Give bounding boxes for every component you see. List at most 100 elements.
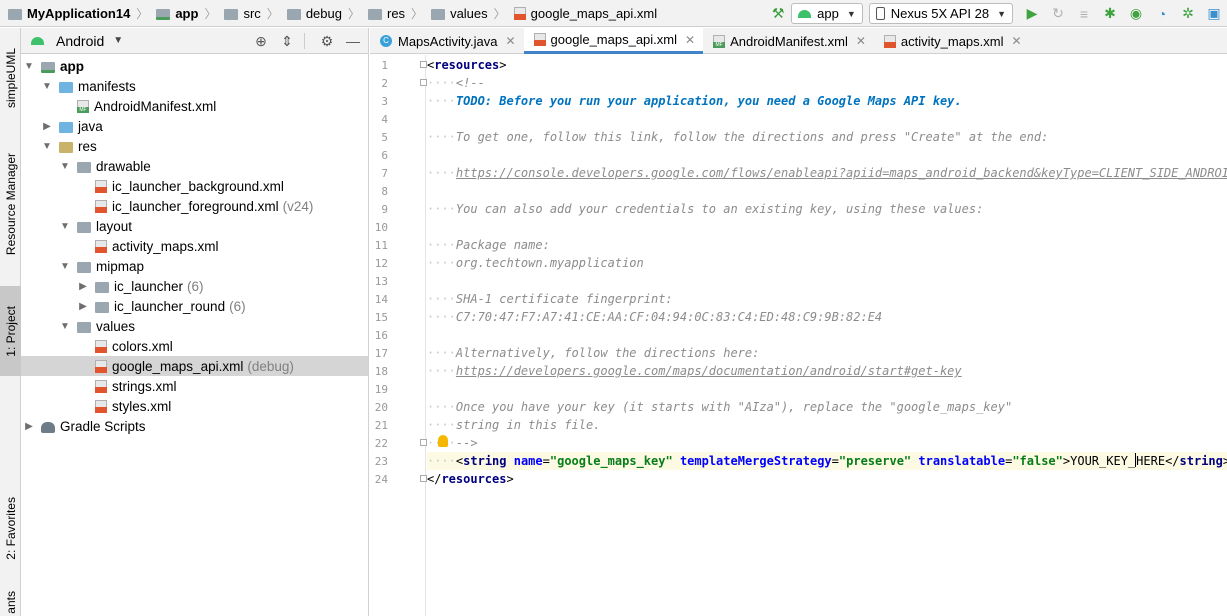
source-folder-icon	[59, 121, 73, 133]
chevron-down-icon[interactable]: ▼	[59, 161, 71, 172]
tree-item[interactable]: ▶ ic_launcher_round (6)	[21, 296, 368, 316]
tree-item-label: layout	[96, 218, 133, 234]
tab-project[interactable]: 1: Project	[0, 286, 21, 376]
locate-icon[interactable]: ⊕	[252, 33, 270, 50]
chevron-right-icon[interactable]: ▶	[23, 421, 35, 432]
breadcrumb-label: MyApplication14	[27, 5, 131, 21]
chevron-down-icon[interactable]: ▼	[59, 261, 71, 272]
xml-attribute: translatable	[918, 454, 1006, 468]
breadcrumb-label: res	[386, 5, 406, 21]
phone-icon	[875, 7, 885, 20]
folder-icon	[77, 321, 91, 333]
tree-item[interactable]: ▼ layout	[21, 216, 368, 236]
tab-favorites[interactable]: 2: Favorites	[0, 483, 21, 573]
close-icon[interactable]: ✕	[856, 34, 866, 48]
chevron-down-icon[interactable]: ▼	[113, 35, 123, 46]
tab-google-maps-api[interactable]: google_maps_api.xml ✕	[523, 28, 704, 54]
tree-item[interactable]: ▼ values	[21, 316, 368, 336]
device-select[interactable]: Nexus 5X API 28 ▼	[868, 3, 1013, 24]
code-editor[interactable]: <resources> ····<!-- ····TODO: Before yo…	[427, 55, 1227, 616]
tree-item[interactable]: ▶ ic_launcher (6)	[21, 276, 368, 296]
editor-tabs: C MapsActivity.java ✕ google_maps_api.xm…	[370, 28, 1227, 54]
tab-activity-maps[interactable]: activity_maps.xml ✕	[874, 28, 1030, 54]
profile-icon[interactable]: ◉	[1123, 0, 1149, 27]
tab-androidmanifest[interactable]: AndroidManifest.xml ✕	[703, 28, 874, 54]
apply-code-changes-icon[interactable]: ≡	[1071, 0, 1097, 27]
tree-item[interactable]: activity_maps.xml	[21, 236, 368, 256]
tree-item[interactable]: ▼ manifests	[21, 76, 368, 96]
tree-item[interactable]: ic_launcher_foreground.xml (v24)	[21, 196, 368, 216]
chevron-down-icon[interactable]: ▼	[59, 221, 71, 232]
tree-item[interactable]: styles.xml	[21, 396, 368, 416]
breadcrumb-file[interactable]: google_maps_api.xml	[510, 0, 661, 27]
code-line: ····Alternatively, follow the directions…	[427, 346, 760, 360]
lightbulb-icon[interactable]	[438, 435, 448, 447]
tree-item[interactable]: ic_launcher_background.xml	[21, 176, 368, 196]
fold-marker-icon[interactable]	[420, 475, 427, 482]
breadcrumb-app[interactable]: app 〉	[152, 0, 220, 27]
fold-marker-icon[interactable]	[420, 79, 427, 86]
chevron-right-icon[interactable]: ▶	[41, 121, 53, 132]
chevron-right-icon: 〉	[204, 6, 217, 21]
run-icon[interactable]: ▶	[1019, 0, 1045, 27]
hide-icon[interactable]: —	[344, 33, 362, 49]
chevron-down-icon[interactable]: ▼	[41, 141, 53, 152]
xml-text: HERE	[1136, 454, 1166, 468]
chevron-down-icon[interactable]: ▼	[59, 321, 71, 332]
attach-debugger-icon[interactable]: ✲	[1175, 0, 1201, 27]
close-icon[interactable]: ✕	[505, 34, 515, 48]
project-view-select[interactable]: Android	[56, 33, 104, 49]
tree-item[interactable]: ▶ Gradle Scripts	[21, 416, 368, 436]
line-number: 23	[374, 455, 388, 468]
hammer-icon[interactable]: ⚒	[765, 0, 791, 27]
tree-item[interactable]: ▼ mipmap	[21, 256, 368, 276]
comment-link[interactable]: https://console.developers.google.com/fl…	[456, 166, 1227, 180]
chevron-down-icon[interactable]: ▼	[23, 61, 35, 72]
comment-text: -->	[455, 436, 478, 450]
class-icon: C	[380, 35, 392, 47]
comment-link[interactable]: https://developers.google.com/maps/docum…	[456, 364, 962, 378]
tree-item[interactable]: strings.xml	[21, 376, 368, 396]
xml-attribute: templateMergeStrategy	[679, 454, 832, 468]
close-icon[interactable]: ✕	[685, 33, 695, 47]
debug-icon[interactable]: ✱	[1097, 0, 1123, 27]
tab-label: simpleUML	[3, 47, 18, 108]
breadcrumb-project[interactable]: MyApplication14 〉	[0, 0, 152, 27]
xml-file-icon	[95, 399, 107, 413]
breadcrumb-res[interactable]: res 〉	[364, 0, 427, 27]
tab-simpleuml[interactable]: simpleUML	[0, 34, 21, 122]
tab-resource-manager[interactable]: Resource Manager	[0, 138, 21, 270]
code-line: ····-->	[427, 434, 1227, 452]
tab-mapsactivity[interactable]: C MapsActivity.java ✕	[370, 28, 524, 54]
breadcrumb-values[interactable]: values 〉	[427, 0, 510, 27]
fold-marker-icon[interactable]	[420, 61, 427, 68]
gear-icon[interactable]: ⚙	[318, 33, 336, 50]
chevron-right-icon[interactable]: ▶	[77, 281, 89, 292]
tree-item[interactable]: ▶ java	[21, 116, 368, 136]
chevron-right-icon: 〉	[411, 6, 424, 21]
avd-manager-icon[interactable]: ▣	[1201, 0, 1227, 27]
close-icon[interactable]: ✕	[1011, 34, 1021, 48]
run-config-select[interactable]: app ▼	[791, 3, 863, 24]
breadcrumb-src[interactable]: src 〉	[220, 0, 282, 27]
tree-item[interactable]: AndroidManifest.xml	[21, 96, 368, 116]
apply-changes-icon[interactable]: ↻	[1045, 0, 1071, 27]
tab-build-variants[interactable]: ants	[0, 588, 21, 616]
tree-item[interactable]: ▼ res	[21, 136, 368, 156]
chevron-down-icon[interactable]: ▼	[41, 81, 53, 92]
collapse-all-icon[interactable]: ⇕	[278, 33, 296, 50]
breadcrumb-debug[interactable]: debug 〉	[283, 0, 364, 27]
tree-item[interactable]: colors.xml	[21, 336, 368, 356]
profiler-icon[interactable]: ◔	[1149, 0, 1175, 27]
fold-marker-icon[interactable]	[420, 439, 427, 446]
chevron-right-icon[interactable]: ▶	[77, 301, 89, 312]
tree-item[interactable]: google_maps_api.xml (debug)	[21, 356, 368, 376]
tree-item[interactable]: ▼ drawable	[21, 156, 368, 176]
tree-item[interactable]: ▼ app	[21, 56, 368, 76]
xml-file-icon	[95, 359, 107, 373]
code-line: ····org.techtown.myapplication	[427, 256, 644, 270]
tree-item-label: google_maps_api.xml	[112, 358, 244, 374]
comment-text: Package name:	[455, 238, 550, 252]
comment-text: You can also add your credentials to an …	[455, 202, 984, 216]
code-line: ····string in this file.	[427, 418, 601, 432]
